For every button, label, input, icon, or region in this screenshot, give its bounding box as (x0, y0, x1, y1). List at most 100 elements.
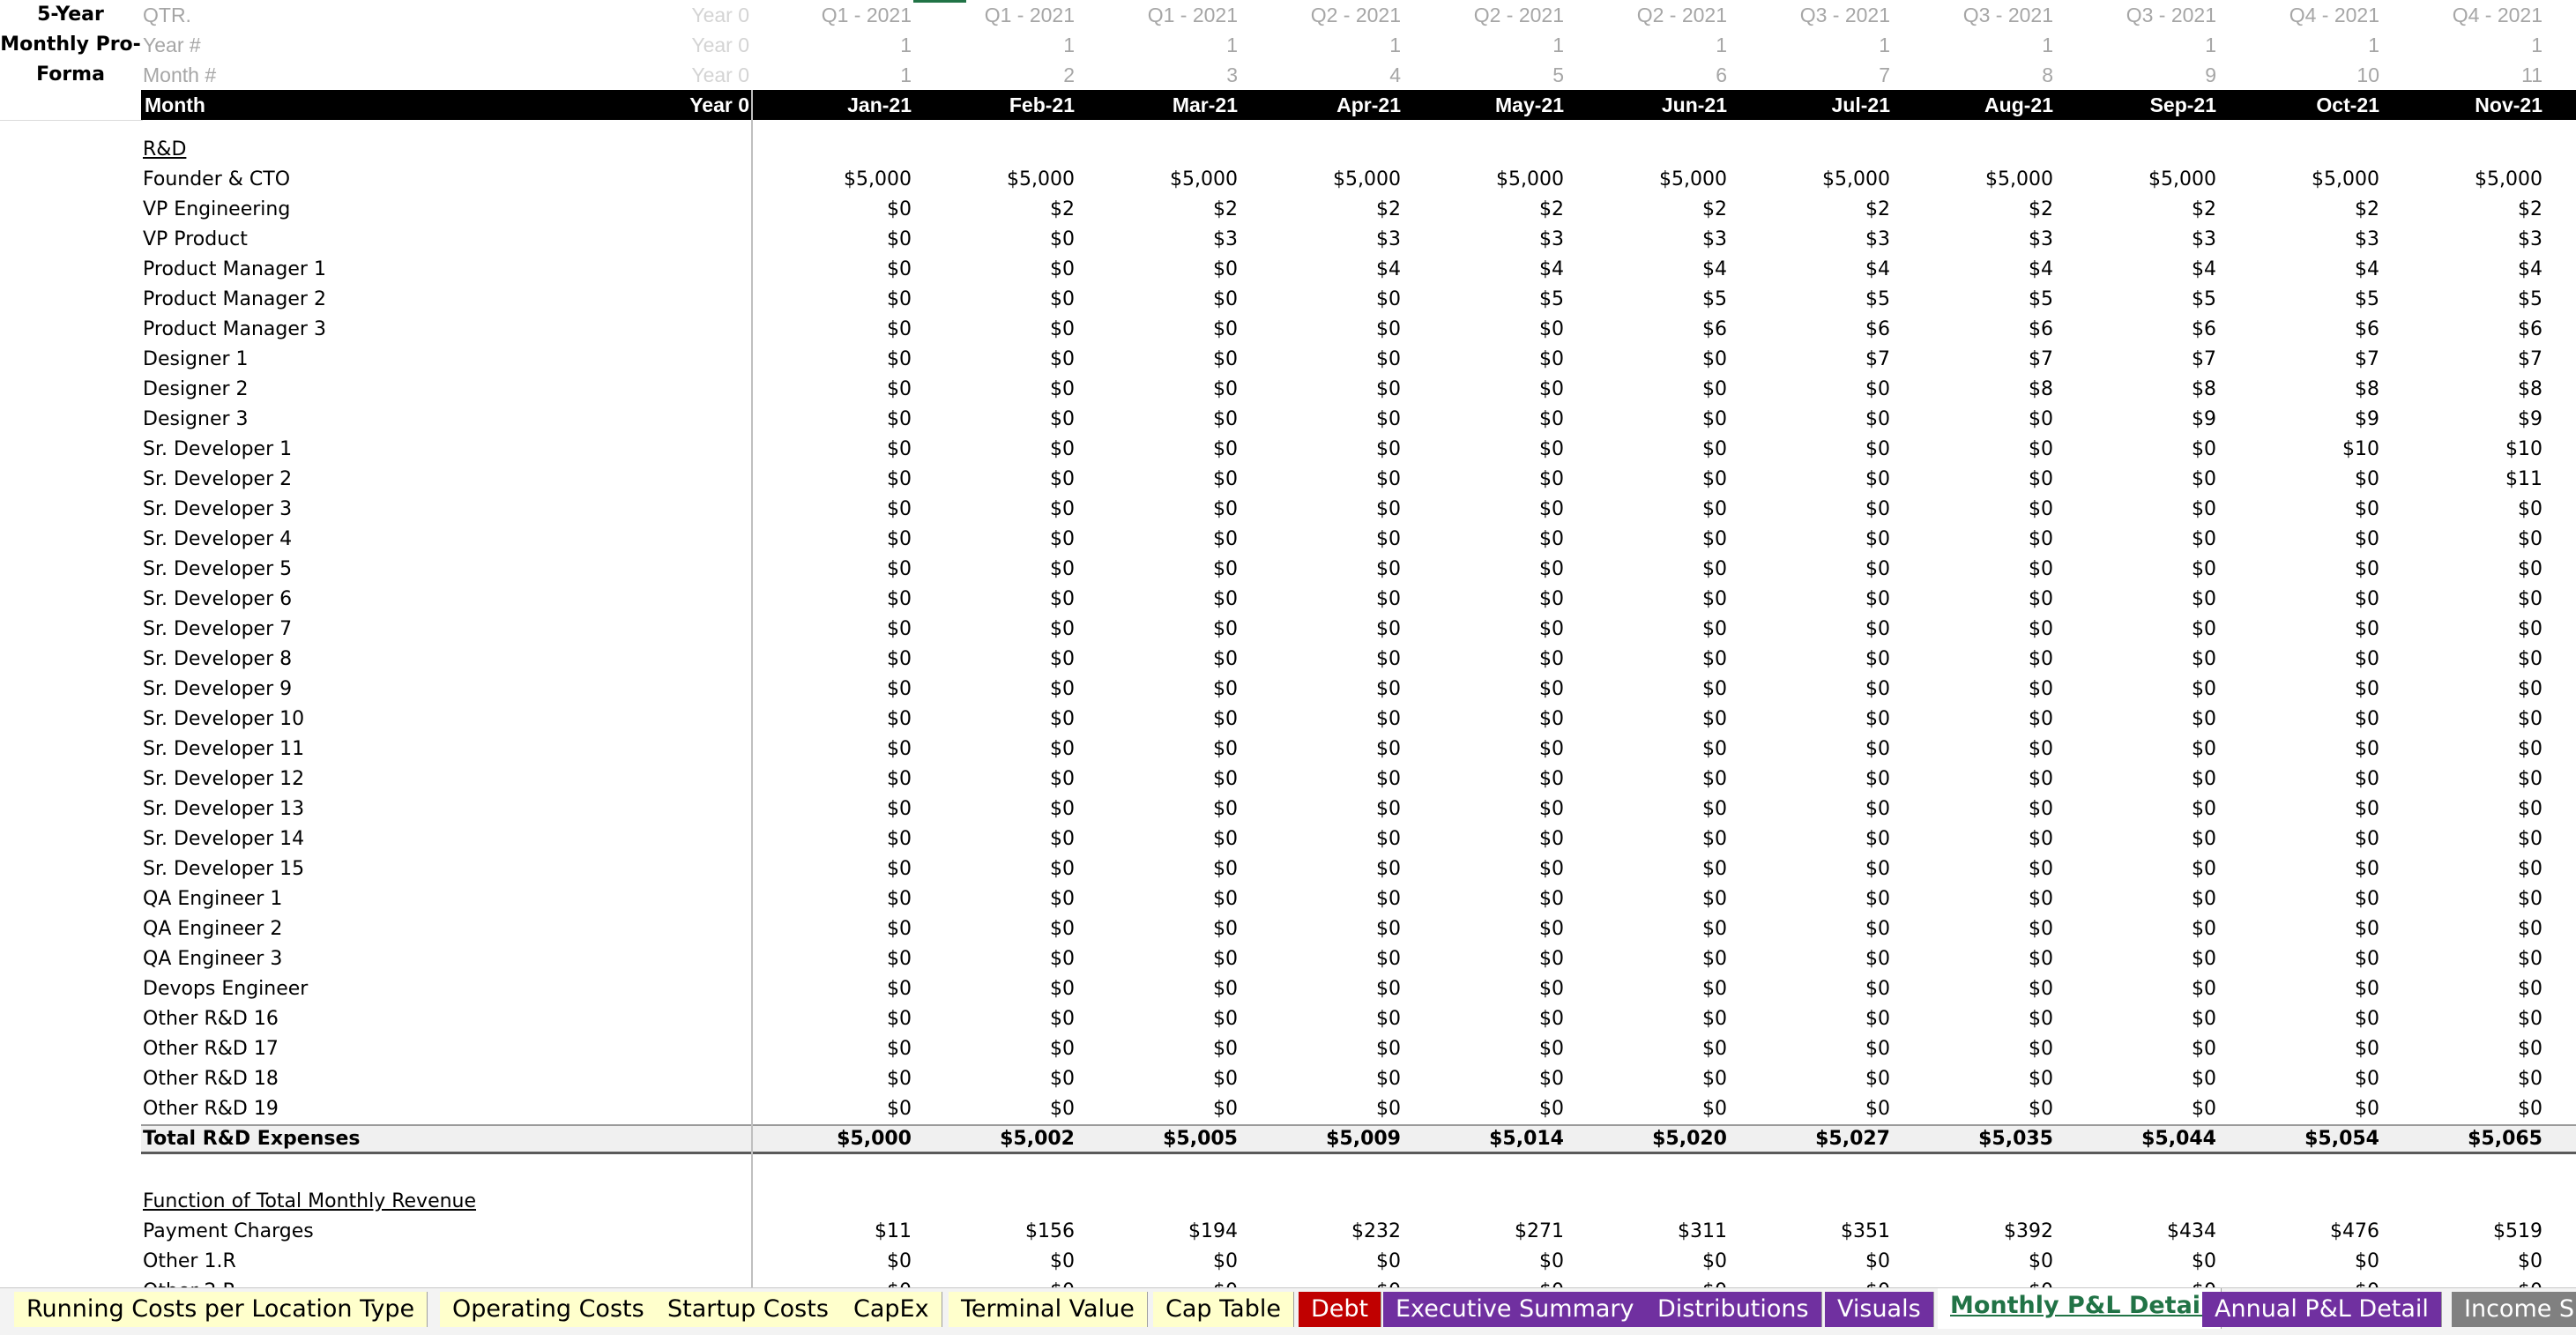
value-cell[interactable]: $0 (1247, 315, 1401, 345)
value-cell[interactable]: $0 (2225, 1277, 2379, 1287)
value-cell[interactable]: $0 (920, 645, 1075, 675)
value-cell[interactable]: $0 (2388, 615, 2542, 645)
value-cell[interactable]: $0 (2225, 1064, 2379, 1094)
value-cell[interactable]: $0 (1247, 285, 1401, 315)
value-cell[interactable]: $0 (1899, 585, 2053, 615)
value-cell[interactable]: $0 (920, 435, 1075, 465)
value-cell[interactable]: $0 (1247, 735, 1401, 764)
month-cell[interactable]: Apr-21 (1247, 90, 1401, 120)
value-cell[interactable]: $434 (2062, 1217, 2216, 1247)
row-label[interactable]: Designer 3 (143, 405, 742, 435)
value-cell[interactable]: $5 (1410, 285, 1564, 315)
value-cell[interactable]: $0 (1899, 405, 2053, 435)
value-cell[interactable]: $0 (2225, 1034, 2379, 1064)
value-cell[interactable]: $0 (1247, 345, 1401, 375)
value-cell[interactable]: $2 (1083, 195, 1238, 225)
value-cell[interactable]: $6 (1736, 315, 1890, 345)
value-cell[interactable]: $4 (1899, 255, 2053, 285)
month-cell[interactable]: May-21 (1410, 90, 1564, 120)
sheet-tab-distributions[interactable]: Distributions (1645, 1292, 1822, 1327)
value-cell[interactable]: $0 (1736, 884, 1890, 914)
value-cell[interactable]: $0 (1573, 405, 1727, 435)
value-cell[interactable]: $3 (1899, 225, 2053, 255)
value-cell[interactable]: $0 (1736, 375, 1890, 405)
value-cell[interactable]: $0 (1410, 764, 1564, 794)
value-cell[interactable]: $0 (1083, 615, 1238, 645)
header-cell[interactable]: Q1 - 2021 (1083, 0, 1238, 30)
value-cell[interactable]: $0 (1083, 525, 1238, 555)
value-cell[interactable]: $5,000 (920, 165, 1075, 195)
total-cell[interactable]: $5,000 (757, 1126, 912, 1152)
value-cell[interactable]: $2 (2225, 195, 2379, 225)
month-cell[interactable]: Mar-21 (1083, 90, 1238, 120)
row-label[interactable]: Devops Engineer (143, 974, 742, 1004)
value-cell[interactable]: $0 (1247, 585, 1401, 615)
value-cell[interactable]: $0 (2062, 884, 2216, 914)
value-cell[interactable]: $0 (1247, 645, 1401, 675)
value-cell[interactable]: $0 (2062, 824, 2216, 854)
value-cell[interactable]: $0 (1573, 1064, 1727, 1094)
value-cell[interactable]: $0 (1083, 465, 1238, 495)
value-cell[interactable]: $0 (1736, 824, 1890, 854)
value-cell[interactable]: $0 (1899, 794, 2053, 824)
value-cell[interactable]: $0 (1736, 495, 1890, 525)
header-cell[interactable]: Q2 - 2021 (1410, 0, 1564, 30)
row-label[interactable]: Other R&D 19 (143, 1094, 742, 1124)
value-cell[interactable]: $0 (757, 914, 912, 944)
section-title-function-revenue[interactable]: Function of Total Monthly Revenue (143, 1187, 760, 1217)
value-cell[interactable]: $4 (1247, 255, 1401, 285)
value-cell[interactable]: $5,000 (2225, 165, 2379, 195)
value-cell[interactable]: $2 (1410, 195, 1564, 225)
value-cell[interactable]: $0 (757, 1034, 912, 1064)
value-cell[interactable]: $6 (2388, 315, 2542, 345)
value-cell[interactable]: $0 (2225, 1094, 2379, 1124)
value-cell[interactable]: $0 (2388, 884, 2542, 914)
value-cell[interactable]: $0 (1247, 465, 1401, 495)
value-cell[interactable]: $0 (2388, 974, 2542, 1004)
year0-cell[interactable]: Year 0 (573, 0, 749, 30)
header-cell[interactable]: 11 (2388, 60, 2542, 90)
value-cell[interactable]: $0 (1899, 944, 2053, 974)
value-cell[interactable]: $0 (2062, 495, 2216, 525)
value-cell[interactable]: $0 (2388, 824, 2542, 854)
value-cell[interactable]: $0 (1247, 705, 1401, 735)
value-cell[interactable]: $5,000 (1247, 165, 1401, 195)
value-cell[interactable]: $7 (1899, 345, 2053, 375)
value-cell[interactable]: $0 (1410, 974, 1564, 1004)
value-cell[interactable]: $0 (1573, 794, 1727, 824)
value-cell[interactable]: $0 (2062, 974, 2216, 1004)
value-cell[interactable]: $0 (757, 405, 912, 435)
value-cell[interactable]: $0 (2388, 1064, 2542, 1094)
value-cell[interactable]: $0 (2225, 705, 2379, 735)
value-cell[interactable]: $0 (1573, 1004, 1727, 1034)
value-cell[interactable]: $0 (2062, 585, 2216, 615)
value-cell[interactable]: $0 (757, 944, 912, 974)
value-cell[interactable]: $0 (1083, 1094, 1238, 1124)
value-cell[interactable]: $0 (1410, 1094, 1564, 1124)
total-cell[interactable]: $5,009 (1247, 1126, 1401, 1152)
value-cell[interactable]: $0 (2388, 555, 2542, 585)
value-cell[interactable]: $0 (757, 465, 912, 495)
sheet-tab-debt[interactable]: Debt (1299, 1292, 1382, 1327)
value-cell[interactable]: $3 (2225, 225, 2379, 255)
value-cell[interactable]: $0 (1410, 435, 1564, 465)
value-cell[interactable]: $0 (1736, 675, 1890, 705)
value-cell[interactable]: $0 (757, 1064, 912, 1094)
value-cell[interactable]: $0 (2388, 1247, 2542, 1277)
value-cell[interactable]: $0 (2225, 1247, 2379, 1277)
header-cell[interactable]: Q4 - 2021 (2225, 0, 2379, 30)
value-cell[interactable]: $0 (757, 285, 912, 315)
header-cell[interactable]: 5 (1410, 60, 1564, 90)
value-cell[interactable]: $0 (1410, 794, 1564, 824)
row-label[interactable]: Sr. Developer 13 (143, 794, 742, 824)
value-cell[interactable]: $0 (1899, 1064, 2053, 1094)
value-cell[interactable]: $4 (2225, 255, 2379, 285)
value-cell[interactable]: $2 (920, 195, 1075, 225)
value-cell[interactable]: $0 (1410, 405, 1564, 435)
value-cell[interactable]: $0 (1736, 645, 1890, 675)
value-cell[interactable]: $0 (1247, 555, 1401, 585)
value-cell[interactable]: $392 (1899, 1217, 2053, 1247)
value-cell[interactable]: $2 (1736, 195, 1890, 225)
value-cell[interactable]: $8 (2062, 375, 2216, 405)
value-cell[interactable]: $0 (2062, 465, 2216, 495)
